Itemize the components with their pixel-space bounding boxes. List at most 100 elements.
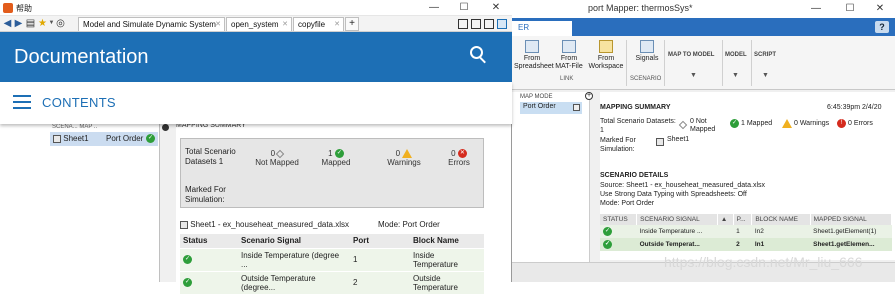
map-mode-row[interactable]: Port Order	[520, 102, 582, 114]
port-cell: 1	[733, 225, 752, 238]
mapped-cell: Sheet1.getElemen...	[810, 238, 892, 251]
print-icon[interactable]: ▤	[25, 18, 36, 29]
embedded-row-name: Sheet1	[63, 134, 89, 143]
stat-count: 0	[451, 149, 456, 158]
table-header-row: STATUS SCENARIO SIGNAL ▲ P... BLOCK NAME…	[600, 214, 893, 225]
close-tab-icon[interactable]: ✕	[282, 20, 288, 28]
new-tab-button[interactable]: +	[345, 17, 359, 31]
table-row: ✓ Inside Temperature (degree ... 1 Insid…	[180, 247, 484, 271]
minimize-icon[interactable]: —	[422, 0, 446, 16]
contents-link[interactable]: CONTENTS	[42, 95, 116, 110]
stat-label: Warnings	[387, 158, 421, 168]
chevron-down-icon[interactable]: ▼	[762, 72, 769, 79]
signals-label: Signals	[635, 55, 659, 62]
watermark-text: https://blog.csdn.net/Mr_liu_666	[664, 254, 863, 270]
not-mapped-icon	[678, 120, 688, 130]
signals-button[interactable]: Signals	[632, 40, 662, 63]
tab-copyfile[interactable]: copyfile ✕	[293, 17, 344, 31]
minimize-icon[interactable]: —	[804, 0, 828, 18]
single-layout-icon[interactable]	[497, 19, 507, 29]
summary-title: MAPPING SUMMARY	[600, 104, 671, 111]
column-header[interactable]: BLOCK NAME	[751, 214, 811, 225]
script-dropdown[interactable]: SCRIPT	[754, 52, 776, 58]
table-header-row: Status Scenario Signal Port Block Name	[180, 234, 484, 248]
from-mat-file-button[interactable]: From MAT-File	[554, 40, 584, 71]
embedded-marked-label: Marked For Simulation:	[185, 185, 226, 204]
embedded-stat-not-mapped: 0 Not Mapped	[247, 149, 307, 167]
settings-icon[interactable]: ◎	[55, 18, 66, 29]
embedded-row-mode: Port Order	[106, 134, 144, 143]
signal-cell: Outside Temperature (degree...	[238, 270, 350, 294]
chevron-down-icon[interactable]: ▼	[732, 72, 739, 79]
embedded-total-label: Total Scenario Datasets 1	[185, 147, 236, 166]
stat-count: 0	[395, 149, 401, 158]
tab-label: Model and Simulate Dynamic System	[83, 20, 216, 29]
block-cell: In1	[751, 238, 811, 251]
check-icon: ✓	[183, 278, 192, 288]
ribbon-divider	[626, 40, 627, 86]
grid-layout-icon[interactable]	[471, 19, 481, 29]
close-tab-icon[interactable]: ✕	[215, 20, 221, 28]
map-mode-value: Port Order	[523, 103, 556, 110]
column-header[interactable]: P...	[733, 214, 753, 225]
details-mode: Mode: Port Order	[600, 200, 655, 207]
bg-tab-bar: ER ?	[510, 18, 895, 36]
sort-cell	[717, 238, 734, 251]
embedded-list-row: Sheet1 Port Order ✓	[50, 132, 158, 146]
status-cell: ✓	[180, 270, 238, 294]
documentation-title[interactable]: Documentation	[14, 46, 149, 69]
back-arrow-icon[interactable]: ◀	[2, 18, 13, 29]
scenario-details-title: SCENARIO DETAILS	[600, 172, 669, 179]
split-layout-icon[interactable]	[484, 19, 494, 29]
tab-open-system[interactable]: open_system ✕	[226, 17, 292, 31]
help-icon[interactable]: ?	[875, 21, 889, 33]
table-row[interactable]: ✓ Inside Temperature ... 1 In2 Sheet1.ge…	[600, 225, 892, 238]
check-icon: ✓	[603, 227, 612, 236]
close-icon[interactable]: ✕	[484, 0, 508, 16]
status-cell: ✓	[600, 225, 637, 238]
menu-hamburger-icon[interactable]	[13, 95, 31, 109]
model-dropdown[interactable]: MODEL	[725, 52, 747, 58]
map-to-model-dropdown[interactable]: MAP TO MODEL	[668, 52, 714, 58]
from-mat-file-label: From MAT-File	[555, 55, 583, 70]
check-icon: ✓	[146, 134, 155, 143]
add-icon[interactable]: +	[585, 92, 593, 100]
from-workspace-label: From Workspace	[588, 55, 624, 70]
close-tab-icon[interactable]: ✕	[334, 20, 340, 28]
mapping-summary-pane: MAPPING SUMMARY 6:45:39pm 2/4/20 Total S…	[600, 92, 895, 260]
embedded-file-label: Sheet1 - ex_househeat_measured_data.xlsx	[180, 220, 349, 229]
mapped-check-icon: ✓	[730, 119, 739, 129]
sort-ascending-icon[interactable]: ▲	[717, 214, 734, 225]
from-spreadsheet-button[interactable]: From Spreadsheet	[514, 40, 554, 71]
maximize-icon[interactable]: ☐	[838, 0, 862, 18]
ribbon-divider	[722, 40, 723, 86]
from-workspace-button[interactable]: From Workspace	[588, 40, 624, 71]
maximize-icon[interactable]: ☐	[452, 0, 476, 16]
help-title-bar: 帮助 — ☐ ✕	[0, 0, 512, 16]
bg-tab-mapper[interactable]: ER	[512, 21, 572, 36]
help-toolbar: ◀ ▶ ▤ ★ ▼ ◎ Model and Simulate Dynamic S…	[0, 16, 512, 32]
embedded-summary-box: Total Scenario Datasets 1 0 Not Mapped 1…	[180, 138, 484, 208]
scenario-details-table: STATUS SCENARIO SIGNAL ▲ P... BLOCK NAME…	[600, 214, 893, 251]
root-inport-mapper-window: port Mapper: thermosSys* — ☐ ✕ ER ? From…	[510, 0, 895, 282]
column-header[interactable]: STATUS	[600, 214, 638, 225]
embedded-stat-warnings: 0 Warnings	[379, 149, 429, 167]
doc-embedded-screenshot: SCENA... MAP .. Sheet1 Port Order ✓ MAPP…	[48, 122, 486, 294]
block-cell: Inside Temperature	[410, 247, 484, 271]
embedded-scenario-list: SCENA... MAP .. Sheet1 Port Order ✓	[48, 124, 160, 282]
table-row[interactable]: ✓ Outside Temperat... 2 In1 Sheet1.getEl…	[600, 238, 892, 251]
chevron-down-icon[interactable]: ▼	[690, 72, 697, 79]
column-header[interactable]: MAPPED SIGNAL	[810, 214, 893, 225]
settings-icon[interactable]	[573, 104, 580, 111]
column-header[interactable]: SCENARIO SIGNAL	[636, 214, 718, 225]
close-icon[interactable]: ✕	[868, 0, 892, 18]
tile-layout-icon[interactable]	[458, 19, 468, 29]
map-mode-panel: MAP MODE Port Order	[510, 92, 590, 282]
search-icon[interactable]	[470, 46, 488, 64]
total-datasets-value: 1	[600, 127, 604, 134]
dataset-icon	[180, 220, 188, 229]
tab-model-and-simulate[interactable]: Model and Simulate Dynamic System ✕	[78, 17, 225, 31]
stat-label: Errors	[448, 158, 470, 168]
error-icon: ✕	[457, 149, 467, 159]
forward-arrow-icon[interactable]: ▶	[13, 18, 24, 29]
